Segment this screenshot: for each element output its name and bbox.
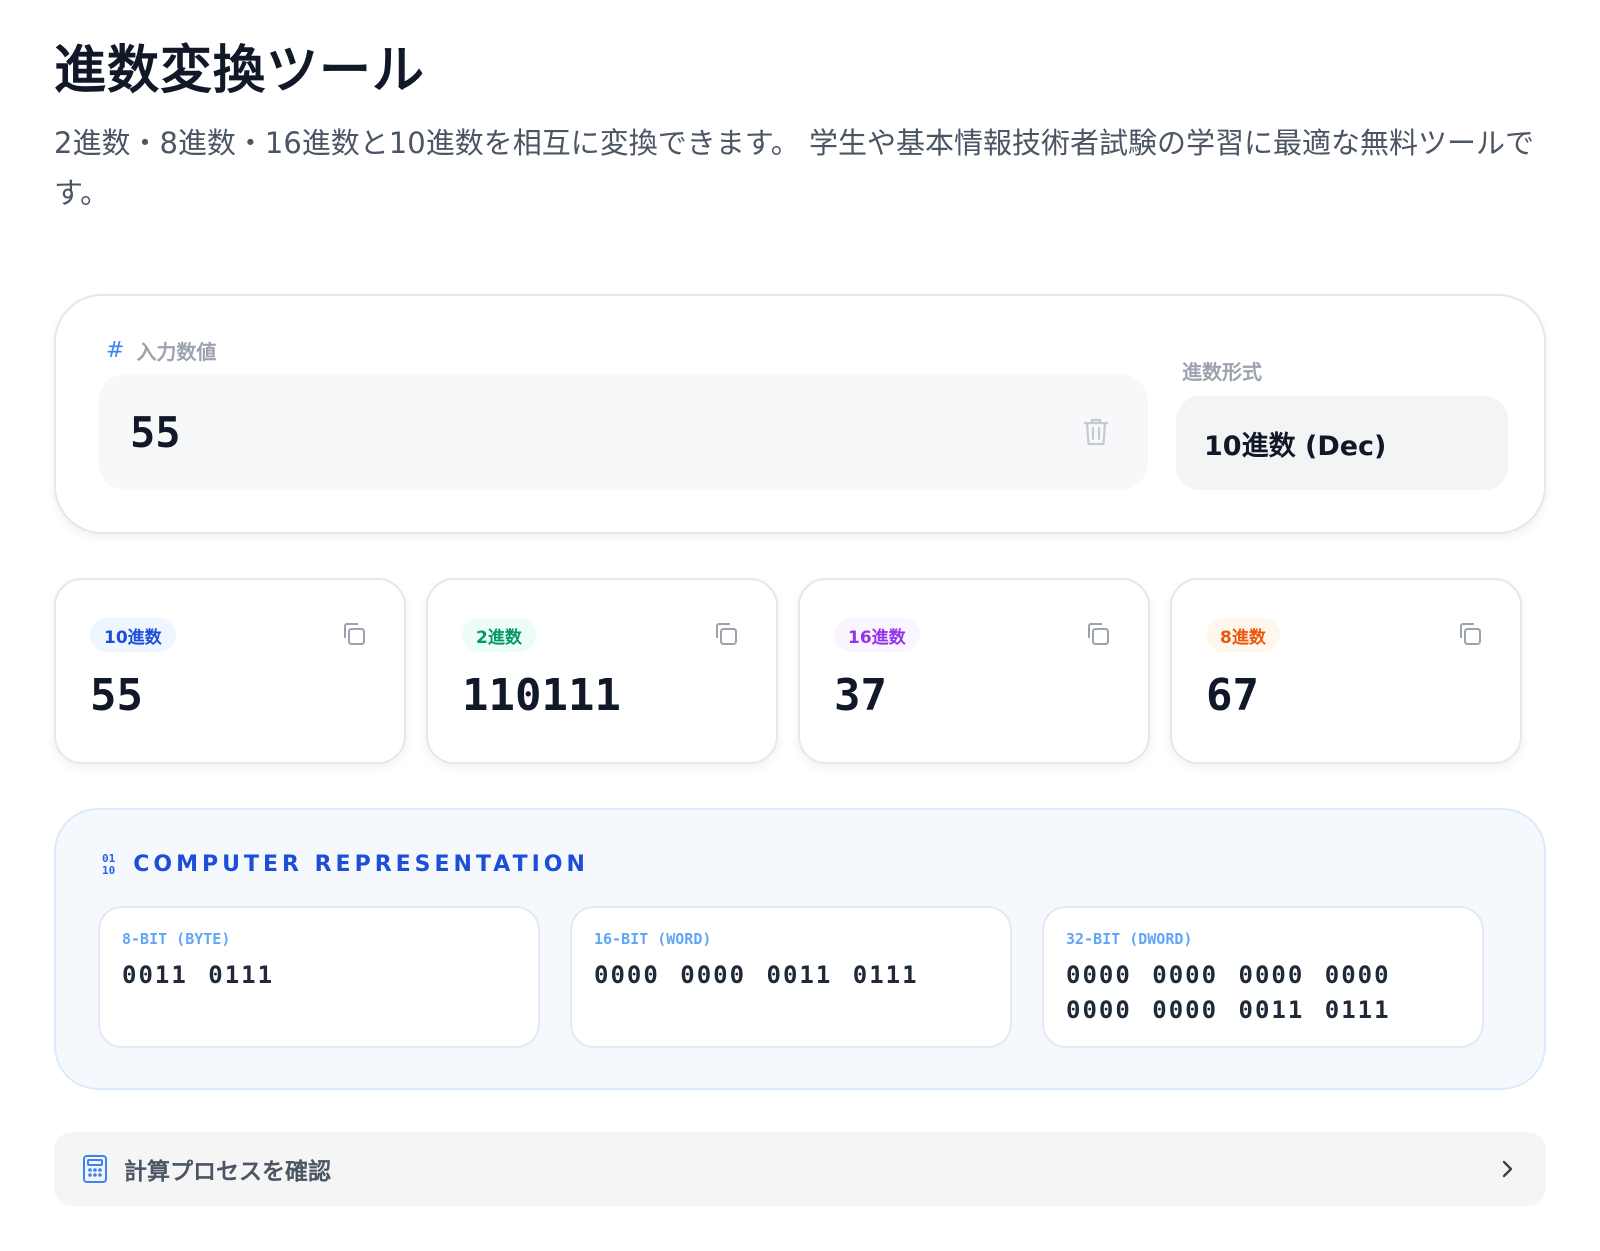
- copy-icon[interactable]: [1084, 620, 1112, 648]
- number-input[interactable]: [130, 407, 1076, 457]
- result-card-hex: 16進数 37: [798, 578, 1150, 764]
- representation-title: 01 10 COMPUTER REPRESENTATION: [102, 852, 589, 877]
- rep-box-8bit: 8-BIT (BYTE) 0011 0111: [98, 906, 540, 1048]
- computer-representation-panel: 01 10 COMPUTER REPRESENTATION 8-BIT (BYTE…: [54, 808, 1546, 1090]
- hash-icon: #: [106, 338, 125, 363]
- result-card-bin: 2進数 110111: [426, 578, 778, 764]
- result-value: 55: [90, 670, 143, 721]
- result-value: 110111: [462, 670, 621, 721]
- base-select[interactable]: 10進数 (Dec): [1176, 396, 1508, 490]
- rep-box-label: 32-BIT (DWORD): [1066, 930, 1193, 948]
- calculator-icon: [83, 1155, 107, 1183]
- input-card: # 入力数値 進数形式 10進数 (Dec): [54, 294, 1546, 534]
- input-label-text: 入力数値: [136, 340, 217, 364]
- rep-box-value: 0011 0111: [122, 961, 275, 989]
- page: 進数変換ツール 2進数・8進数・16進数と10進数を相互に変換できます。 学生や…: [0, 0, 1600, 1251]
- rep-box-label: 16-BIT (WORD): [594, 930, 712, 948]
- page-description: 2進数・8進数・16進数と10進数を相互に変換できます。 学生や基本情報技術者試…: [54, 126, 1535, 210]
- copy-icon[interactable]: [1456, 620, 1484, 648]
- base-label: 進数形式: [1182, 360, 1262, 384]
- result-badge: 10進数: [90, 618, 176, 652]
- chevron-right-icon: [1502, 1160, 1513, 1178]
- trash-icon: [1083, 418, 1109, 446]
- rep-box-value: 0000 0000 0000 0000 0000 0000 0011 0111: [1066, 961, 1391, 1024]
- binary-icon: 01 10: [102, 851, 116, 877]
- copy-icon[interactable]: [712, 620, 740, 648]
- result-value: 37: [834, 670, 887, 721]
- rep-box-label: 8-BIT (BYTE): [122, 930, 231, 948]
- result-card-dec: 10進数 55: [54, 578, 406, 764]
- result-card-oct: 8進数 67: [1170, 578, 1522, 764]
- page-title: 進数変換ツール: [54, 41, 426, 101]
- result-badge: 8進数: [1206, 618, 1280, 652]
- rep-box-16bit: 16-BIT (WORD) 0000 0000 0011 0111: [570, 906, 1012, 1048]
- result-value: 67: [1206, 670, 1259, 721]
- result-badge: 16進数: [834, 618, 920, 652]
- rep-box-32bit: 32-BIT (DWORD) 0000 0000 0000 0000 0000 …: [1042, 906, 1484, 1048]
- copy-icon[interactable]: [340, 620, 368, 648]
- process-label: 計算プロセスを確認: [124, 1159, 331, 1185]
- input-label: # 入力数値: [106, 336, 216, 365]
- result-badge: 2進数: [462, 618, 536, 652]
- representation-title-text: COMPUTER REPRESENTATION: [133, 852, 589, 877]
- clear-button[interactable]: [1076, 412, 1116, 452]
- number-input-container: [98, 374, 1148, 490]
- rep-box-value: 0000 0000 0011 0111: [594, 961, 919, 989]
- calculation-process-toggle[interactable]: 計算プロセスを確認: [54, 1132, 1546, 1206]
